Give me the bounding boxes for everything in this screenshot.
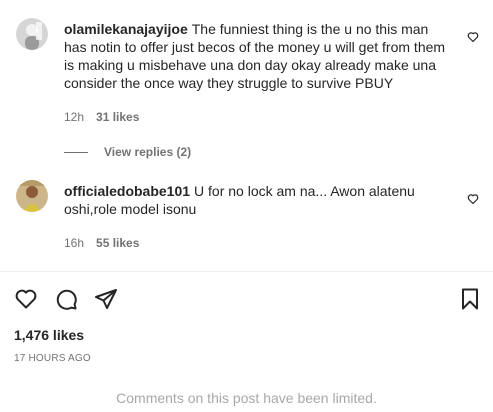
comment-body: olamilekanajayijoe The funniest thing is … bbox=[64, 20, 454, 92]
comment-likes[interactable]: 31 likes bbox=[96, 110, 139, 124]
replies-divider-line bbox=[64, 151, 88, 153]
avatar[interactable] bbox=[16, 18, 48, 50]
avatar[interactable] bbox=[16, 180, 48, 212]
comment-like-heart-icon[interactable] bbox=[467, 30, 479, 43]
comment-like-heart-icon[interactable] bbox=[467, 192, 479, 205]
comment-meta: 12h 31 likes bbox=[64, 110, 139, 124]
comments-limited-notice: Comments on this post have been limited. bbox=[116, 390, 377, 406]
heart-icon[interactable] bbox=[14, 287, 38, 311]
comment-likes[interactable]: 55 likes bbox=[96, 236, 139, 250]
paper-plane-icon[interactable] bbox=[94, 287, 118, 311]
post-action-bar bbox=[14, 287, 484, 311]
comment-bubble-icon[interactable] bbox=[54, 287, 78, 311]
post-likes-count[interactable]: 1,476 likes bbox=[14, 327, 84, 343]
section-divider bbox=[0, 271, 493, 272]
bookmark-icon[interactable] bbox=[458, 287, 482, 311]
comment-body: officialedobabe101 U for no lock am na...… bbox=[64, 182, 454, 218]
post-timestamp[interactable]: 17 HOURS AGO bbox=[14, 353, 91, 364]
comment-time[interactable]: 16h bbox=[64, 236, 84, 250]
view-replies-label: View replies (2) bbox=[104, 145, 192, 159]
comment-time[interactable]: 12h bbox=[64, 110, 84, 124]
view-replies-button[interactable]: View replies (2) bbox=[64, 145, 191, 159]
comment-username[interactable]: olamilekanajayijoe bbox=[64, 21, 188, 37]
comment-meta: 16h 55 likes bbox=[64, 236, 139, 250]
comment-username[interactable]: officialedobabe101 bbox=[64, 183, 190, 199]
